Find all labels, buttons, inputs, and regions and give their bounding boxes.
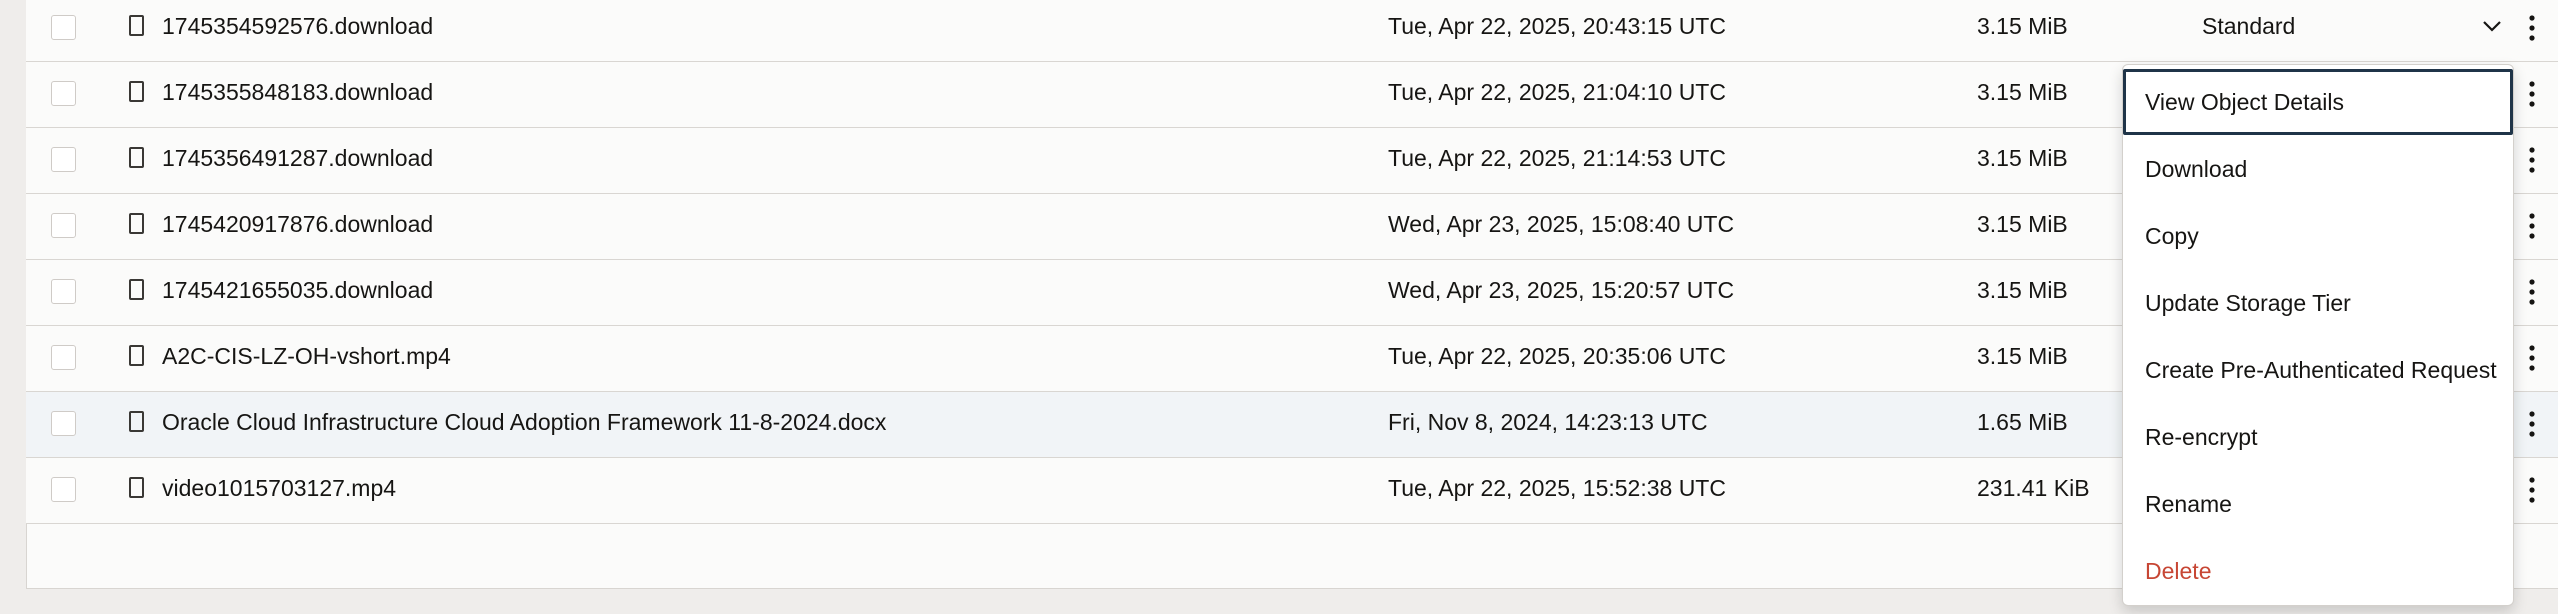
object-modified: Fri, Nov 8, 2024, 14:23:13 UTC [1388, 409, 1708, 435]
object-name[interactable]: 1745355848183.download [162, 78, 433, 106]
object-size: 3.15 MiB [1977, 343, 2068, 369]
object-size: 1.65 MiB [1977, 409, 2068, 435]
object-modified: Tue, Apr 22, 2025, 20:35:06 UTC [1388, 343, 1726, 369]
row-checkbox[interactable] [51, 279, 76, 304]
object-name[interactable]: 1745354592576.download [162, 12, 433, 40]
menu-item-re-encrypt[interactable]: Re-encrypt [2123, 404, 2513, 470]
menu-item-delete[interactable]: Delete [2123, 538, 2513, 604]
object-modified: Tue, Apr 22, 2025, 15:52:38 UTC [1388, 475, 1726, 501]
file-icon [129, 81, 144, 102]
row-checkbox[interactable] [51, 213, 76, 238]
file-icon [129, 345, 144, 366]
row-checkbox[interactable] [51, 411, 76, 436]
object-size: 3.15 MiB [1977, 277, 2068, 303]
storage-tier-select[interactable]: Standard [2202, 12, 2295, 40]
object-size: 3.15 MiB [1977, 79, 2068, 105]
row-checkbox[interactable] [51, 15, 76, 40]
kebab-icon[interactable] [2520, 142, 2544, 178]
kebab-icon[interactable] [2520, 208, 2544, 244]
object-size: 3.15 MiB [1977, 13, 2068, 39]
table-row[interactable]: 1745354592576.download Tue, Apr 22, 2025… [26, 0, 2558, 62]
object-modified: Tue, Apr 22, 2025, 21:04:10 UTC [1388, 79, 1726, 105]
file-icon [129, 213, 144, 234]
object-size: 3.15 MiB [1977, 145, 2068, 171]
row-checkbox[interactable] [51, 81, 76, 106]
object-modified: Wed, Apr 23, 2025, 15:08:40 UTC [1388, 211, 1735, 237]
object-size: 231.41 KiB [1977, 475, 2090, 501]
kebab-icon[interactable] [2520, 274, 2544, 310]
file-icon [129, 411, 144, 432]
row-checkbox[interactable] [51, 147, 76, 172]
actions-menu: View Object Details Download Copy Update… [2122, 64, 2514, 606]
object-name[interactable]: video1015703127.mp4 [162, 474, 396, 502]
object-name[interactable]: A2C-CIS-LZ-OH-vshort.mp4 [162, 342, 451, 370]
file-icon [129, 477, 144, 498]
file-icon [129, 15, 144, 36]
row-checkbox[interactable] [51, 477, 76, 502]
menu-item-rename[interactable]: Rename [2123, 471, 2513, 537]
menu-item-update-storage-tier[interactable]: Update Storage Tier [2123, 270, 2513, 336]
object-modified: Tue, Apr 22, 2025, 21:14:53 UTC [1388, 145, 1726, 171]
kebab-icon[interactable] [2520, 10, 2544, 46]
file-icon [129, 147, 144, 168]
menu-item-download[interactable]: Download [2123, 136, 2513, 202]
object-modified: Wed, Apr 23, 2025, 15:20:57 UTC [1388, 277, 1735, 303]
object-name[interactable]: 1745421655035.download [162, 276, 433, 304]
kebab-icon[interactable] [2520, 76, 2544, 112]
file-icon [129, 279, 144, 300]
menu-item-create-par[interactable]: Create Pre-Authenticated Request [2123, 337, 2513, 403]
row-checkbox[interactable] [51, 345, 76, 370]
object-name[interactable]: 1745420917876.download [162, 210, 433, 238]
kebab-icon[interactable] [2520, 340, 2544, 376]
menu-item-copy[interactable]: Copy [2123, 203, 2513, 269]
object-size: 3.15 MiB [1977, 211, 2068, 237]
chevron-down-icon[interactable] [2478, 12, 2506, 40]
menu-item-view-object-details[interactable]: View Object Details [2123, 69, 2513, 135]
kebab-icon[interactable] [2520, 406, 2544, 442]
kebab-icon[interactable] [2520, 472, 2544, 508]
object-name[interactable]: 1745356491287.download [162, 144, 433, 172]
object-name[interactable]: Oracle Cloud Infrastructure Cloud Adopti… [162, 408, 886, 436]
object-modified: Tue, Apr 22, 2025, 20:43:15 UTC [1388, 13, 1726, 39]
